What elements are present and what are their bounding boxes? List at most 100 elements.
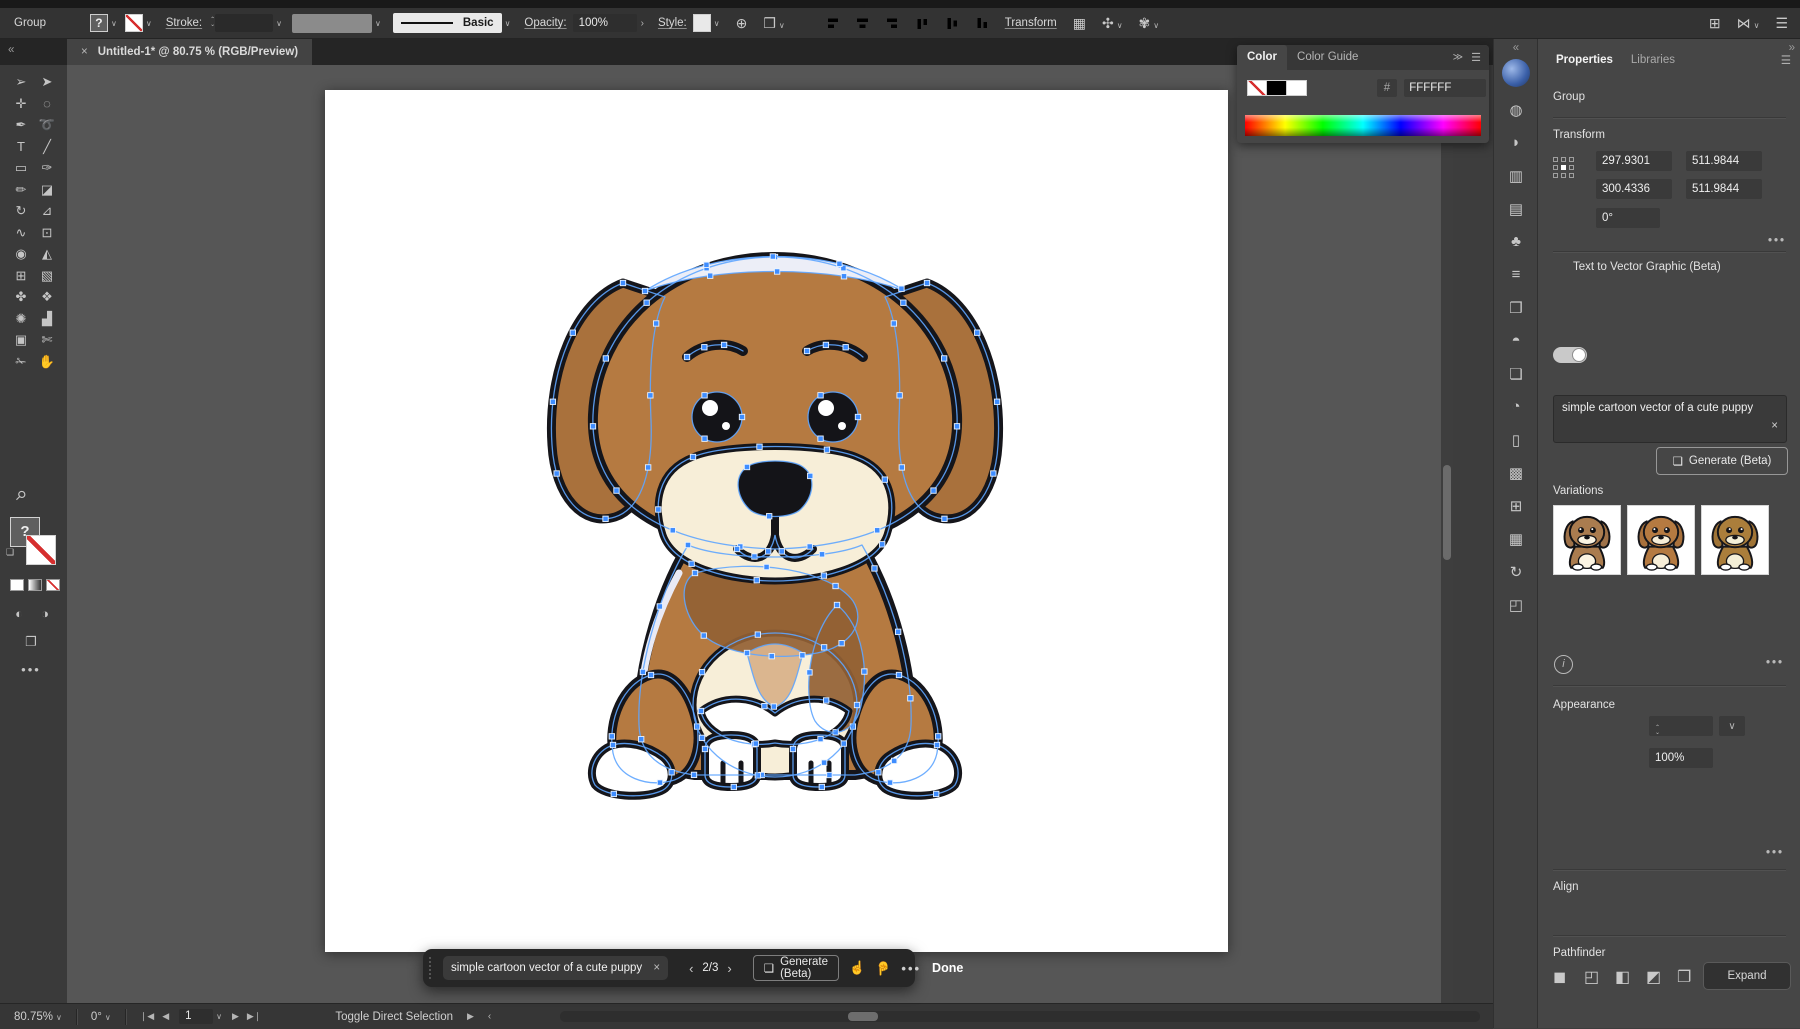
close-tab-icon[interactable]: × xyxy=(81,46,88,58)
stroke-weight-dropdown[interactable]: ∨ xyxy=(1719,716,1745,736)
draw-normal-icon[interactable]: ◐ xyxy=(6,603,32,624)
anchor-point[interactable] xyxy=(808,473,813,478)
anchor-point[interactable] xyxy=(837,261,842,266)
free-transform-tool[interactable]: ⊡ xyxy=(34,222,60,243)
stroke-swatch-control[interactable]: ∨ xyxy=(125,14,152,32)
symbol-sprayer-tool[interactable]: ✺ xyxy=(8,308,34,329)
anchor-point[interactable] xyxy=(734,546,739,551)
anchor-point[interactable] xyxy=(702,746,707,751)
dock-stroke-icon[interactable]: ▥ xyxy=(1494,167,1538,185)
reference-point-locator[interactable] xyxy=(1553,157,1576,180)
lasso-tool[interactable]: ◌ xyxy=(34,93,60,114)
perspective-grid-tool[interactable]: ◭ xyxy=(34,243,60,264)
dock-color-icon[interactable]: ◍ xyxy=(1494,101,1538,119)
collapse-toolbar-icon[interactable]: « xyxy=(8,44,14,56)
anchor-point[interactable] xyxy=(699,735,704,740)
anchor-point[interactable] xyxy=(698,708,703,713)
dock-asset-export-icon[interactable]: ◓ xyxy=(1494,332,1538,349)
panel-menu-icon[interactable]: ☰ xyxy=(1781,53,1791,67)
anchor-point[interactable] xyxy=(936,734,941,739)
pen-tool[interactable]: ✒ xyxy=(8,114,34,135)
style-swatch[interactable] xyxy=(693,14,711,32)
align-left-icon[interactable] xyxy=(824,16,841,31)
tab-color-guide[interactable]: Color Guide xyxy=(1287,45,1368,70)
pathfinder-unite-icon[interactable]: ◼ xyxy=(1553,967,1566,987)
appearance-opacity-field[interactable]: 100% xyxy=(1649,748,1713,768)
eraser-tool[interactable]: ◪ xyxy=(34,179,60,200)
anchor-point[interactable] xyxy=(934,742,939,747)
align-top-icon[interactable] xyxy=(914,16,931,31)
anchor-point[interactable] xyxy=(757,444,762,449)
vertical-scrollbar-thumb[interactable] xyxy=(1443,465,1451,560)
pathfinder-exclude-icon[interactable]: ◩ xyxy=(1646,967,1661,987)
puppy-vector-artwork[interactable] xyxy=(455,205,1095,805)
anchor-point[interactable] xyxy=(895,629,900,634)
dock-gradient-icon[interactable]: ◗ xyxy=(1494,134,1538,151)
anchor-point[interactable] xyxy=(991,471,996,476)
more-options-icon[interactable]: ••• xyxy=(1768,235,1786,247)
dock-artboards-icon[interactable]: ❒ xyxy=(1494,299,1538,317)
anchor-point[interactable] xyxy=(766,549,771,554)
thumbs-down-icon[interactable]: ☝ xyxy=(875,960,891,976)
knife-tool[interactable]: ✁ xyxy=(8,351,34,372)
align-hcenter-icon[interactable] xyxy=(854,16,871,31)
recolor-artwork-icon[interactable]: ✾∨ xyxy=(1139,15,1160,32)
anchor-point[interactable] xyxy=(770,254,775,259)
anchor-point[interactable] xyxy=(603,356,608,361)
anchor-point[interactable] xyxy=(669,770,674,775)
chevron-down-icon[interactable]: ∨ xyxy=(714,19,720,28)
h-field[interactable]: 511.9844 xyxy=(1686,179,1762,199)
swap-fill-stroke-icon[interactable]: ❏ xyxy=(6,547,14,558)
anchor-point[interactable] xyxy=(899,286,904,291)
anchor-point[interactable] xyxy=(827,772,832,777)
rotation-field[interactable]: 0°∨ xyxy=(91,1011,111,1023)
anchor-point[interactable] xyxy=(819,552,824,557)
anchor-point[interactable] xyxy=(689,561,694,566)
none-button[interactable] xyxy=(46,579,60,591)
anchor-point[interactable] xyxy=(692,570,697,575)
anchor-point[interactable] xyxy=(721,342,726,347)
style-label[interactable]: Style: xyxy=(658,17,687,29)
chevron-down-icon[interactable]: ∨ xyxy=(1153,21,1159,30)
panel-collapse-icon[interactable]: ≫ xyxy=(1453,52,1463,63)
anchor-point[interactable] xyxy=(896,672,901,677)
anchor-point[interactable] xyxy=(701,633,706,638)
opacity-label[interactable]: Opacity: xyxy=(524,17,566,29)
tab-properties[interactable]: Properties xyxy=(1556,54,1613,66)
chevron-down-icon[interactable]: ∨ xyxy=(276,19,282,28)
eyedropper-tool[interactable]: ✤ xyxy=(8,286,34,307)
dock-symbols-icon[interactable]: ♣ xyxy=(1494,233,1538,250)
match-artboard-style-toggle[interactable] xyxy=(1553,347,1587,363)
anchor-point[interactable] xyxy=(899,465,904,470)
anchor-point[interactable] xyxy=(931,488,936,493)
chevron-down-icon[interactable]: ∨ xyxy=(779,21,785,30)
tab-color[interactable]: Color xyxy=(1237,45,1287,70)
anchor-point[interactable] xyxy=(891,758,896,763)
anchor-point[interactable] xyxy=(818,736,823,741)
anchor-point[interactable] xyxy=(774,269,779,274)
anchor-point[interactable] xyxy=(934,791,939,796)
anchor-point[interactable] xyxy=(821,760,826,765)
prompt-input[interactable]: simple cartoon vector of a cute puppy × xyxy=(1553,395,1787,443)
dock-transform-icon[interactable]: ⊞ xyxy=(1494,497,1538,515)
anchor-point[interactable] xyxy=(862,669,867,674)
anchor-point[interactable] xyxy=(854,702,859,707)
stroke-none-swatch[interactable] xyxy=(125,14,143,32)
select-similar-icon[interactable]: ✣∨ xyxy=(1102,15,1123,32)
anchor-point[interactable] xyxy=(807,670,812,675)
horizontal-scrollbar[interactable] xyxy=(560,1011,1480,1022)
doc-setup-icon[interactable]: ❒∨ xyxy=(763,15,784,32)
curvature-tool[interactable]: ➰ xyxy=(34,114,60,135)
chevron-down-icon[interactable]: ∨ xyxy=(1117,21,1123,30)
pathfinder-intersect-icon[interactable]: ◧ xyxy=(1615,967,1630,987)
anchor-point[interactable] xyxy=(755,632,760,637)
anchor-point[interactable] xyxy=(642,288,647,293)
anchor-point[interactable] xyxy=(653,321,658,326)
chevron-down-icon[interactable]: ∨ xyxy=(146,19,152,28)
more-options-icon[interactable]: ••• xyxy=(901,961,921,976)
anchor-point[interactable] xyxy=(954,424,959,429)
anchor-point[interactable] xyxy=(754,578,759,583)
anchor-point[interactable] xyxy=(610,742,615,747)
thumbs-up-icon[interactable]: ☝ xyxy=(849,960,865,976)
opacity-field[interactable]: 100% xyxy=(573,14,637,32)
